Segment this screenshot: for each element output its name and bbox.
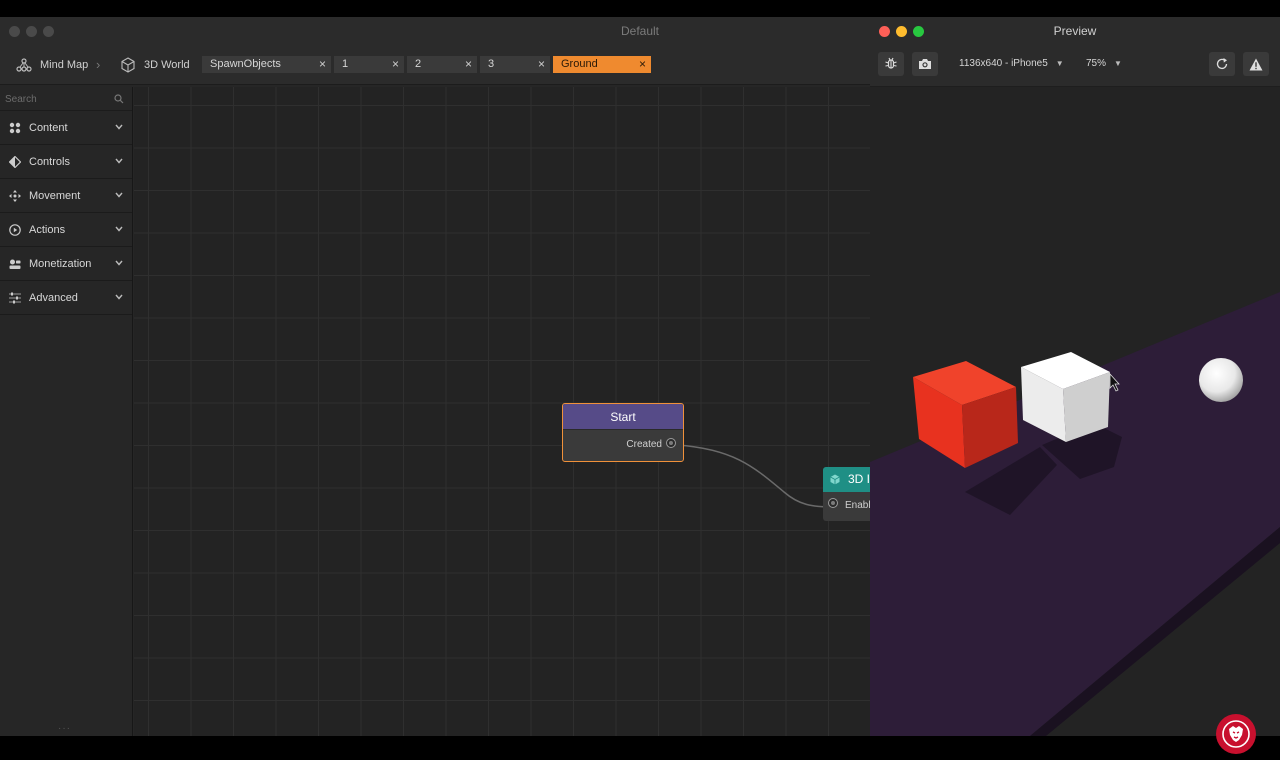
category-content[interactable]: Content (0, 111, 132, 145)
tab-1[interactable]: 1 × (334, 56, 404, 73)
behavior-library-sidebar: Content Controls Movement Actions (0, 87, 133, 736)
white-sphere (1199, 358, 1243, 402)
brand-logo-badge (1216, 714, 1256, 754)
preview-window: Preview 1136x640 - iPhone5 ▼ 75% ▼ (870, 17, 1280, 736)
bug-icon (885, 57, 897, 69)
preview-titlebar: Preview (870, 17, 1280, 45)
zoom-select[interactable]: 75% ▼ (1086, 58, 1122, 69)
category-advanced[interactable]: Advanced (0, 281, 132, 315)
mind-map-icon (16, 58, 32, 72)
start-node-title: Start (563, 404, 683, 430)
chevron-down-icon (115, 124, 123, 130)
main-window: Default Mind Map › 3D World SpawnObjects… (0, 17, 870, 736)
category-label: Actions (29, 223, 66, 236)
chevron-down-icon (115, 294, 123, 300)
search-bar (0, 87, 132, 111)
close-tab-icon[interactable]: × (392, 56, 399, 73)
tab-2[interactable]: 2 × (407, 56, 477, 73)
enabled-input-label: Enabl (845, 500, 870, 511)
reload-button[interactable] (1209, 52, 1235, 76)
cube-icon (121, 57, 135, 73)
chevron-down-icon (115, 192, 123, 198)
tab-ground[interactable]: Ground × (553, 56, 651, 73)
breadcrumb-label: Mind Map (40, 59, 89, 71)
warnings-button[interactable] (1243, 52, 1269, 76)
created-output-port[interactable] (666, 438, 676, 448)
category-controls[interactable]: Controls (0, 145, 132, 179)
screenshot-button[interactable] (912, 52, 938, 76)
close-tab-icon[interactable]: × (319, 56, 326, 73)
breadcrumb-mind-map[interactable]: Mind Map (16, 45, 88, 85)
warning-icon (1249, 58, 1263, 70)
main-titlebar: Default (0, 17, 870, 45)
category-label: Advanced (29, 291, 78, 304)
category-actions[interactable]: Actions (0, 213, 132, 247)
chevron-right-icon: › (96, 57, 101, 72)
breadcrumb-3d-world[interactable]: 3D World (120, 45, 190, 85)
caret-down-icon: ▼ (1055, 59, 1064, 68)
node-graph-canvas[interactable]: Start Created 3D I Enabl (134, 87, 870, 736)
connection-wire (676, 444, 835, 508)
device-select[interactable]: 1136x640 - iPhone5 ▼ (959, 58, 1064, 69)
close-tab-icon[interactable]: × (538, 56, 545, 73)
preview-toolbar: 1136x640 - iPhone5 ▼ 75% ▼ (870, 45, 1280, 87)
movement-arrows-icon (9, 189, 21, 202)
content-grid-icon (9, 122, 21, 133)
cube-icon (830, 474, 840, 485)
category-movement[interactable]: Movement (0, 179, 132, 213)
3d-node-title: 3D I (848, 472, 870, 486)
tab-label: 1 (342, 58, 349, 70)
camera-icon (919, 59, 931, 69)
sidebar-resize-handle[interactable]: ··· (58, 723, 71, 734)
tab-label: 2 (415, 58, 422, 70)
search-icon (114, 94, 124, 104)
tab-label: 3 (488, 58, 495, 70)
tab-label: Ground (561, 58, 598, 70)
monetization-icon (9, 259, 21, 269)
category-label: Movement (29, 189, 81, 202)
breadcrumb-label: 3D World (144, 59, 190, 71)
tab-spawnobjects[interactable]: SpawnObjects × (202, 56, 331, 73)
preview-title: Preview (1053, 24, 1097, 38)
category-label: Content (29, 121, 68, 134)
lion-logo-icon (1222, 720, 1250, 748)
tab-label: SpawnObjects (210, 58, 281, 70)
debug-button[interactable] (878, 52, 904, 76)
chevron-down-icon (115, 158, 123, 164)
navigation-toolbar: Mind Map › 3D World SpawnObjects × 1 × 2… (0, 45, 870, 85)
3d-object-node[interactable]: 3D I Enabl (823, 467, 870, 521)
device-select-value: 1136x640 - iPhone5 (959, 58, 1048, 69)
zoom-select-value: 75% (1086, 58, 1107, 69)
category-monetization[interactable]: Monetization (0, 247, 132, 281)
close-tab-icon[interactable]: × (639, 56, 646, 73)
search-input[interactable] (0, 87, 132, 111)
close-tab-icon[interactable]: × (465, 56, 472, 73)
tab-3[interactable]: 3 × (480, 56, 550, 73)
created-output-label: Created (626, 439, 662, 450)
window-title: Default (620, 24, 660, 38)
caret-down-icon: ▼ (1114, 59, 1122, 68)
category-label: Controls (29, 155, 70, 168)
actions-play-icon (9, 223, 21, 236)
category-label: Monetization (29, 257, 92, 270)
3d-node-header: 3D I (823, 467, 870, 492)
enabled-input-port[interactable] (828, 498, 838, 508)
start-node[interactable]: Start Created (562, 403, 684, 462)
controls-diamond-icon (9, 155, 21, 168)
game-scene-viewport[interactable] (870, 87, 1280, 736)
chevron-down-icon (115, 260, 123, 266)
advanced-sliders-icon (9, 292, 21, 303)
chevron-down-icon (115, 226, 123, 232)
refresh-icon (1216, 58, 1228, 70)
